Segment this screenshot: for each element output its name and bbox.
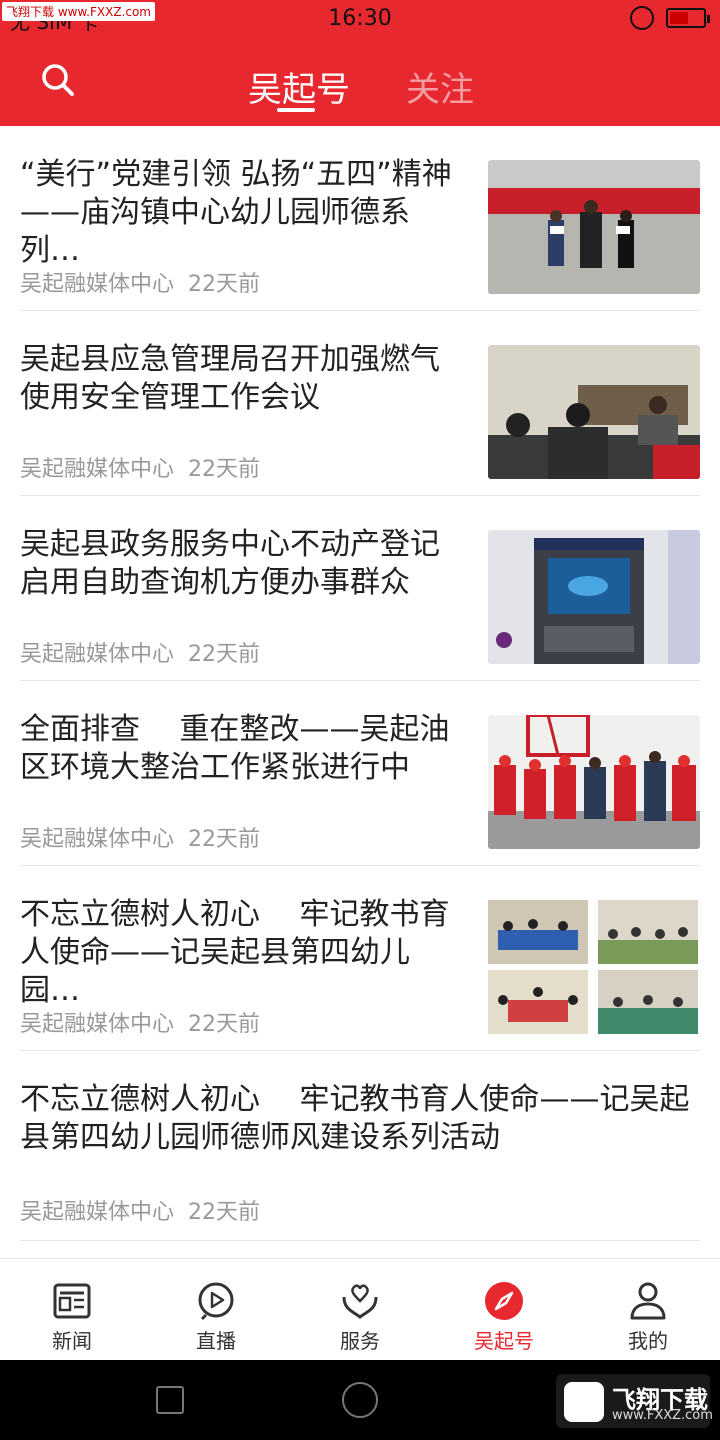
play-icon <box>198 1282 234 1321</box>
nav-label: 我的 <box>628 1329 668 1353</box>
article-time: 22天前 <box>188 827 261 852</box>
article-thumbnail <box>488 345 700 479</box>
article-thumbnail <box>598 900 698 964</box>
app-header: 无 SIM 卡 飞翔下载 www.FXXZ.com 16:30 吴起号 关注 <box>0 0 720 126</box>
article-title: 吴起县政务服务中心不动产登记启用自助查询机方便办事群众 <box>20 527 440 600</box>
article-thumbnail <box>598 970 698 1034</box>
list-item[interactable]: 吴起县应急管理局召开加强燃气使用安全管理工作会议 吴起融媒体中心 22天前 <box>20 311 700 496</box>
nav-label: 直播 <box>196 1329 236 1353</box>
article-title: 不忘立德树人初心 牢记教书育人使命——记吴起县第四幼儿园… <box>20 897 450 1008</box>
article-title: “美行”党建引领 弘扬“五四”精神——庙沟镇中心幼儿园师德系列… <box>20 157 452 268</box>
nav-label: 服务 <box>340 1329 380 1353</box>
clock: 16:30 <box>328 6 392 31</box>
list-item[interactable]: 吴起县政务服务中心不动产登记启用自助查询机方便办事群众 吴起融媒体中心 22天前 <box>20 496 700 681</box>
news-feed[interactable]: “美行”党建引领 弘扬“五四”精神——庙沟镇中心幼儿园师德系列… 吴起融媒体中心… <box>0 126 720 1258</box>
active-tab-indicator <box>277 108 315 112</box>
nav-item-wuqihao[interactable]: 吴起号 <box>432 1259 576 1361</box>
system-nav-bar: 飞翔下载 www.FXXZ.com <box>0 1360 720 1440</box>
recent-apps-button[interactable] <box>156 1386 184 1414</box>
article-time: 22天前 <box>188 642 261 667</box>
article-title: 不忘立德树人初心 牢记教书育人使命——记吴起县第四幼儿园师德师风建设系列活动 <box>20 1082 690 1155</box>
article-thumbnail <box>488 530 700 664</box>
tab-wuqihao[interactable]: 吴起号 <box>248 62 350 111</box>
article-meta: 吴起融媒体中心 22天前 <box>20 1194 260 1226</box>
home-button[interactable] <box>342 1382 378 1418</box>
article-time: 22天前 <box>188 457 261 482</box>
battery-icon <box>666 8 710 28</box>
article-title: 全面排查 重在整改——吴起油区环境大整治工作紧张进行中 <box>20 712 450 785</box>
bottom-nav: 新闻 直播 服务 吴起号 我的 <box>0 1258 720 1360</box>
article-title: 吴起县应急管理局召开加强燃气使用安全管理工作会议 <box>20 342 440 415</box>
article-time: 22天前 <box>188 1012 261 1037</box>
nav-label: 吴起号 <box>474 1329 534 1353</box>
article-source: 吴起融媒体中心 <box>20 642 175 667</box>
article-meta: 吴起融媒体中心 22天前 <box>20 636 260 668</box>
watermark-logo: 飞翔下载 www.FXXZ.com <box>556 1374 713 1428</box>
article-source: 吴起融媒体中心 <box>20 1200 175 1225</box>
article-time: 22天前 <box>188 1200 261 1225</box>
article-source: 吴起融媒体中心 <box>20 827 175 852</box>
article-thumbnail <box>488 160 700 294</box>
list-item[interactable]: 不忘立德树人初心 牢记教书育人使命——记吴起县第四幼儿园… 吴起融媒体中心 22天… <box>20 866 700 1051</box>
article-thumbnail-grid <box>488 900 700 1034</box>
article-time: 22天前 <box>188 272 261 297</box>
newspaper-icon <box>53 1283 91 1319</box>
compass-icon <box>485 1282 523 1320</box>
article-thumbnail <box>488 715 700 849</box>
article-source: 吴起融媒体中心 <box>20 457 175 482</box>
nav-item-service[interactable]: 服务 <box>288 1259 432 1361</box>
list-item[interactable]: 不忘立德树人初心 牢记教书育人使命——记吴起县第四幼儿园师德师风建设系列活动 吴… <box>20 1051 700 1241</box>
article-thumbnail <box>488 970 588 1034</box>
article-source: 吴起融媒体中心 <box>20 1012 175 1037</box>
list-item[interactable]: 全面排查 重在整改——吴起油区环境大整治工作紧张进行中 吴起融媒体中心 22天前 <box>20 681 700 866</box>
article-thumbnail <box>488 900 588 964</box>
tab-follow[interactable]: 关注 <box>406 62 474 111</box>
nav-label: 新闻 <box>52 1329 92 1353</box>
status-bar: 无 SIM 卡 飞翔下载 www.FXXZ.com 16:30 <box>0 0 720 40</box>
watermark-url: www.FXXZ.com <box>612 1408 713 1423</box>
article-meta: 吴起融媒体中心 22天前 <box>20 821 260 853</box>
rotation-lock-icon <box>630 6 654 30</box>
nav-item-news[interactable]: 新闻 <box>0 1259 144 1361</box>
article-meta: 吴起融媒体中心 22天前 <box>20 451 260 483</box>
user-icon <box>630 1282 666 1320</box>
nav-item-live[interactable]: 直播 <box>144 1259 288 1361</box>
watermark-logo-icon <box>564 1382 604 1422</box>
header-tabs: 吴起号 关注 <box>0 56 720 116</box>
article-meta: 吴起融媒体中心 22天前 <box>20 266 260 298</box>
article-source: 吴起融媒体中心 <box>20 272 175 297</box>
nav-item-mine[interactable]: 我的 <box>576 1259 720 1361</box>
list-item[interactable]: “美行”党建引领 弘扬“五四”精神——庙沟镇中心幼儿园师德系列… 吴起融媒体中心… <box>20 126 700 311</box>
heart-hands-icon <box>342 1284 378 1319</box>
article-meta: 吴起融媒体中心 22天前 <box>20 1006 260 1038</box>
